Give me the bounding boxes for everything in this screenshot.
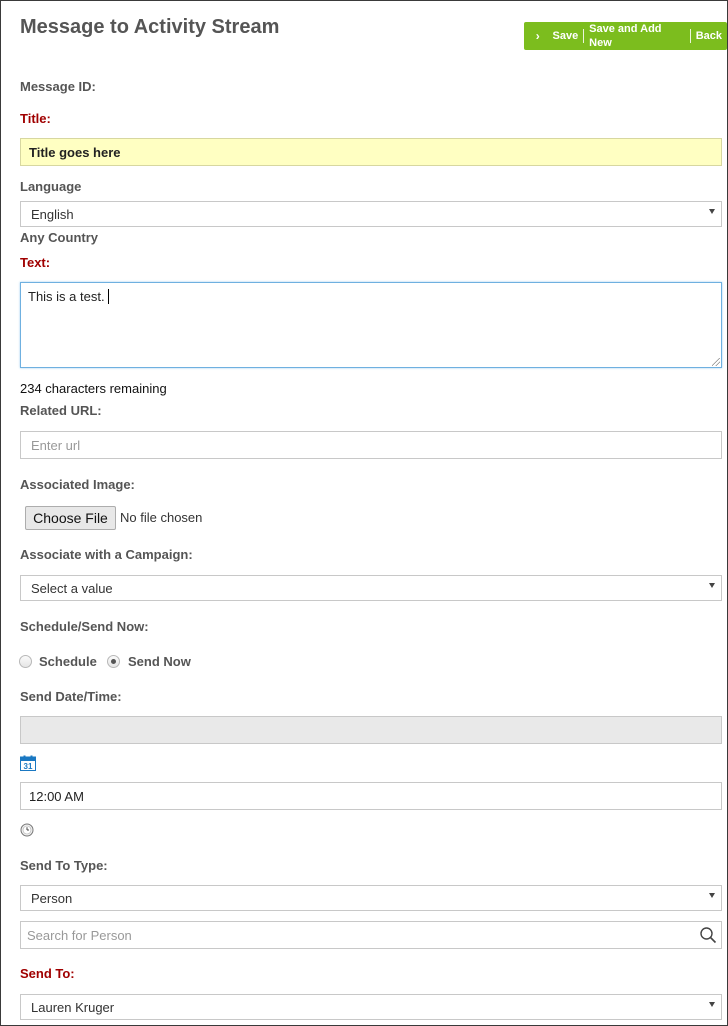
send-to-label: Send To: (20, 966, 75, 981)
send-now-radio-label[interactable]: Send Now (128, 654, 191, 669)
message-text-wrap: This is a test. (28, 289, 109, 304)
person-search-placeholder: Search for Person (27, 928, 132, 943)
schedule-radio[interactable] (19, 655, 32, 668)
send-now-radio[interactable] (107, 655, 120, 668)
time-input[interactable]: 12:00 AM (20, 782, 722, 810)
language-select[interactable]: English (20, 201, 722, 227)
clock-icon[interactable] (20, 823, 34, 837)
language-select-value: English (31, 207, 74, 222)
campaign-select-value: Select a value (31, 581, 113, 596)
choose-file-button[interactable]: Choose File (25, 506, 116, 530)
person-search-input[interactable]: Search for Person (20, 921, 722, 949)
resize-handle[interactable] (712, 358, 720, 366)
chevron-down-icon (709, 209, 715, 214)
schedule-send-now-label: Schedule/Send Now: (20, 619, 149, 634)
message-textarea[interactable]: This is a test. (20, 282, 722, 368)
title-input-value: Title goes here (29, 145, 121, 160)
send-to-value: Lauren Kruger (31, 1000, 115, 1015)
country-text: Any Country (20, 230, 98, 245)
related-url-label: Related URL: (20, 403, 102, 418)
form-window: Message to Activity Stream › Save Save a… (0, 0, 728, 1026)
chevron-down-icon (709, 583, 715, 588)
save-and-add-new-button[interactable]: Save and Add New (584, 22, 690, 50)
send-to-select[interactable]: Lauren Kruger (20, 994, 722, 1020)
chevron-right-icon: › (535, 29, 540, 43)
calendar-icon[interactable]: 31 (20, 755, 36, 771)
title-input[interactable]: Title goes here (20, 138, 722, 166)
calendar-day: 31 (24, 762, 33, 771)
send-datetime-label: Send Date/Time: (20, 689, 122, 704)
message-text-value: This is a test. (28, 289, 105, 304)
message-id-label: Message ID: (20, 79, 96, 94)
campaign-select[interactable]: Select a value (20, 575, 722, 601)
page-title: Message to Activity Stream (20, 16, 280, 38)
chevron-down-icon (709, 893, 715, 898)
related-url-placeholder: Enter url (31, 438, 81, 453)
text-cursor (107, 289, 109, 304)
title-label: Title: (20, 111, 51, 126)
schedule-radio-label[interactable]: Schedule (39, 654, 97, 669)
action-toolbar: › Save Save and Add New Back (524, 22, 727, 50)
send-to-type-select[interactable]: Person (20, 885, 722, 911)
time-input-value: 12:00 AM (29, 789, 84, 804)
save-button[interactable]: Save (548, 29, 584, 43)
associated-image-label: Associated Image: (20, 477, 135, 492)
language-label: Language (20, 179, 82, 194)
campaign-label: Associate with a Campaign: (20, 547, 193, 562)
send-date-input[interactable] (20, 716, 722, 744)
characters-remaining: 234 characters remaining (20, 381, 167, 396)
send-to-type-label: Send To Type: (20, 858, 108, 873)
related-url-input[interactable]: Enter url (20, 431, 722, 459)
send-to-type-value: Person (31, 891, 73, 906)
text-label: Text: (20, 255, 51, 270)
no-file-chosen-text: No file chosen (120, 510, 203, 525)
chevron-down-icon (709, 1002, 715, 1007)
search-icon[interactable] (699, 926, 717, 944)
back-button[interactable]: Back (691, 29, 727, 43)
